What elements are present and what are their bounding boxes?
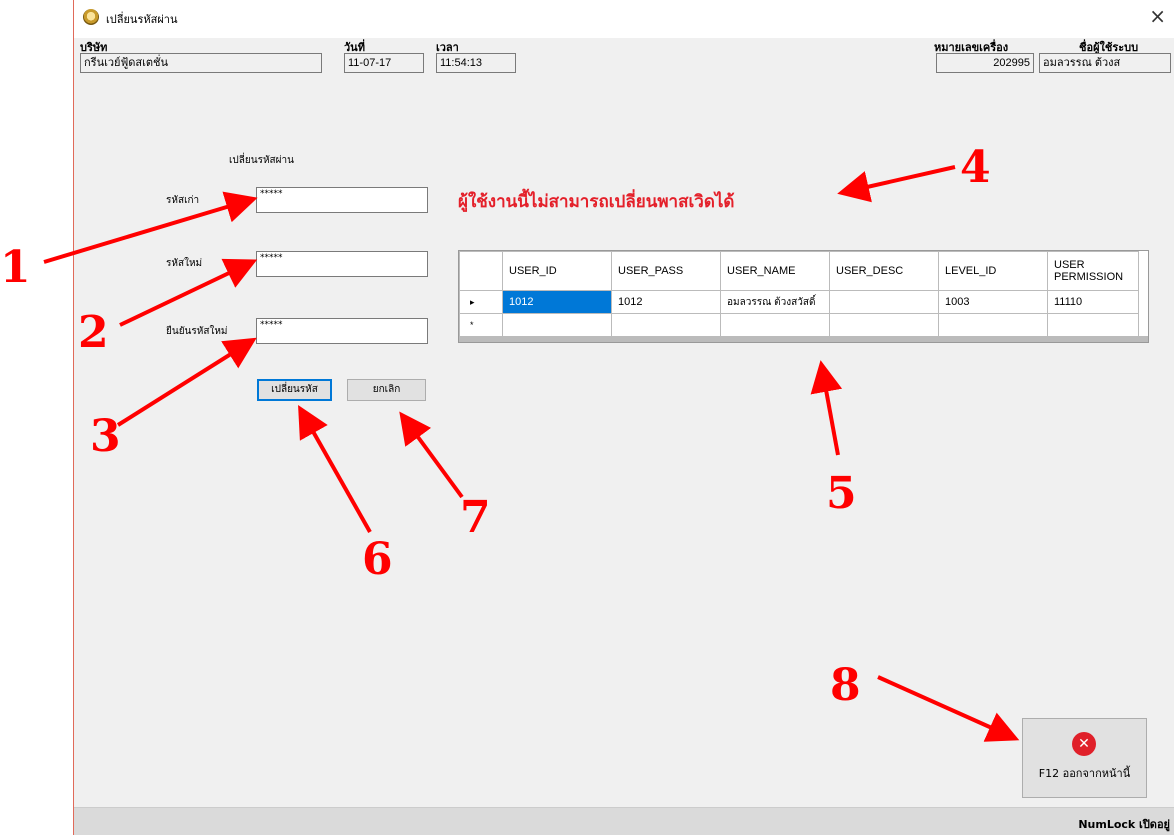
app-logo-icon xyxy=(83,9,99,25)
grid-cell[interactable]: 1012 xyxy=(502,290,612,314)
column-header[interactable]: LEVEL_ID xyxy=(938,251,1048,291)
grid-corner xyxy=(459,251,503,291)
time-field: 11:54:13 xyxy=(436,53,516,73)
old-password-input[interactable]: ***** xyxy=(256,187,428,213)
column-header[interactable]: USER_DESC xyxy=(829,251,939,291)
user-field: อมลวรรณ ต้วงส xyxy=(1039,53,1171,73)
change-password-window: เปลี่ยนรหัสผ่าน × บริษัท กรีนเวย์ฟู้ดสเต… xyxy=(73,0,1174,835)
section-title: เปลี่ยนรหัสผ่าน xyxy=(229,155,294,166)
current-row-indicator[interactable]: ▸ xyxy=(459,290,503,314)
new-row-indicator[interactable]: * xyxy=(459,313,503,337)
grid-cell[interactable] xyxy=(829,290,939,314)
confirm-password-label: ยืนยันรหัสใหม่ xyxy=(166,326,228,337)
user-data-grid[interactable]: USER_ID USER_PASS USER_NAME USER_DESC LE… xyxy=(458,250,1149,343)
grid-cell[interactable] xyxy=(611,313,721,337)
column-header[interactable]: USER_ID xyxy=(502,251,612,291)
annotation-label: 1 xyxy=(0,242,31,293)
close-circle-icon: ✕ xyxy=(1072,732,1096,756)
cancel-button[interactable]: ยกเลิก xyxy=(347,379,426,401)
grid-cell[interactable]: 1003 xyxy=(938,290,1048,314)
status-bar: NumLock เปิดอยู่ xyxy=(74,807,1174,835)
numlock-status: NumLock เปิดอยู่ xyxy=(1078,818,1170,831)
exit-button[interactable]: ✕ F12 ออกจากหน้านี้ xyxy=(1022,718,1147,798)
column-header[interactable]: USER PERMISSION xyxy=(1047,251,1139,291)
company-field: กรีนเวย์ฟู้ดสเตชั่น xyxy=(80,53,322,73)
new-password-input[interactable]: ***** xyxy=(256,251,428,277)
column-header[interactable]: USER_NAME xyxy=(720,251,830,291)
grid-cell[interactable] xyxy=(829,313,939,337)
info-header: บริษัท กรีนเวย์ฟู้ดสเตชั่น วันที่ 11-07-… xyxy=(74,38,1174,98)
grid-cell[interactable] xyxy=(720,313,830,337)
grid-cell[interactable]: 1012 xyxy=(611,290,721,314)
date-field: 11-07-17 xyxy=(344,53,424,73)
table-row[interactable]: ▸ 1012 1012 อมลวรรณ ต้วงสวัสดิ์ 1003 111… xyxy=(459,290,1139,314)
grid-cell[interactable] xyxy=(1047,313,1139,337)
old-password-label: รหัสเก่า xyxy=(166,195,200,206)
change-password-button[interactable]: เปลี่ยนรหัส xyxy=(257,379,332,401)
confirm-password-input[interactable]: ***** xyxy=(256,318,428,344)
new-password-label: รหัสใหม่ xyxy=(166,258,203,269)
grid-scroll-area xyxy=(459,336,1148,342)
new-row[interactable]: * xyxy=(459,313,1139,337)
machine-field: 202995 xyxy=(936,53,1034,73)
exit-button-label: F12 ออกจากหน้านี้ xyxy=(1038,767,1131,780)
grid-cell[interactable] xyxy=(938,313,1048,337)
title-bar: เปลี่ยนรหัสผ่าน × xyxy=(74,0,1174,38)
main-panel: เปลี่ยนรหัสผ่าน รหัสเก่า ***** รหัสใหม่ … xyxy=(74,98,1174,808)
grid-cell[interactable] xyxy=(502,313,612,337)
grid-cell[interactable]: อมลวรรณ ต้วงสวัสดิ์ xyxy=(720,290,830,314)
grid-cell[interactable]: 11110 xyxy=(1047,290,1139,314)
window-title: เปลี่ยนรหัสผ่าน xyxy=(106,13,178,26)
column-header[interactable]: USER_PASS xyxy=(611,251,721,291)
error-message: ผู้ใช้งานนี้ไม่สามารถเปลี่ยนพาสเวิดได้ xyxy=(458,192,735,212)
close-icon[interactable]: × xyxy=(1149,4,1166,28)
